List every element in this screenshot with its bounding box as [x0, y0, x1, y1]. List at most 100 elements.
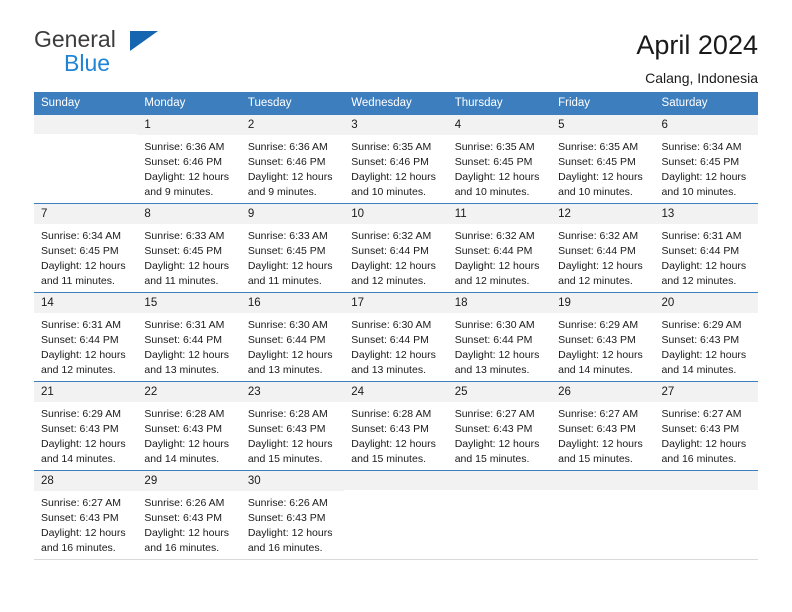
- sunrise-text: Sunrise: 6:27 AM: [454, 408, 535, 421]
- day-sun-info: Sunrise: 6:27 AM Sunset: 6:43 PM Daylight:…: [551, 402, 654, 467]
- sunrise-text: Sunrise: 6:30 AM: [454, 319, 535, 332]
- daylight-text: Daylight: 12 hours: [558, 437, 643, 450]
- daylight-text-cont: and 16 minutes.: [41, 541, 116, 554]
- calendar-day-cell[interactable]: 26 Sunrise: 6:27 AM Sunset: 6:43 PM Dayligh…: [551, 380, 655, 471]
- daylight-text: Daylight: 12 hours: [558, 348, 643, 361]
- sunrise-text: Sunrise: 6:27 AM: [661, 408, 742, 421]
- sunrise-text: Sunrise: 6:28 AM: [247, 408, 328, 421]
- sunrise-text: Sunrise: 6:29 AM: [558, 319, 639, 332]
- sunset-text: Sunset: 6:45 PM: [144, 244, 223, 257]
- sunrise-text: Sunrise: 6:28 AM: [351, 408, 432, 421]
- day-sun-info: Sunrise: 6:35 AM Sunset: 6:46 PM Daylight:…: [344, 135, 447, 200]
- general-blue-logo[interactable]: General Blue: [34, 28, 164, 80]
- day-sun-info: Sunrise: 6:28 AM Sunset: 6:43 PM Daylight:…: [137, 402, 240, 467]
- page-title: April 2024: [636, 30, 758, 60]
- calendar-day-cell[interactable]: 25 Sunrise: 6:27 AM Sunset: 6:43 PM Dayligh…: [447, 380, 552, 471]
- sunset-text: Sunset: 6:44 PM: [454, 244, 533, 257]
- sunset-text: Sunset: 6:44 PM: [41, 333, 119, 346]
- calendar-day-cell[interactable]: 2 Sunrise: 6:36 AM Sunset: 6:46 PM Daylight…: [240, 114, 345, 204]
- calendar-day-cell[interactable]: 12 Sunrise: 6:32 AM Sunset: 6:44 PM Dayligh…: [551, 202, 655, 293]
- day-sun-info: Sunrise: 6:31 AM Sunset: 6:44 PM Daylight:…: [34, 313, 137, 378]
- calendar-day-cell[interactable]: 8 Sunrise: 6:33 AM Sunset: 6:45 PM Daylight…: [137, 202, 241, 293]
- calendar-day-cell[interactable]: 7 Sunrise: 6:34 AM Sunset: 6:45 PM Daylight…: [34, 202, 138, 293]
- calendar-day-cell[interactable]: 4 Sunrise: 6:35 AM Sunset: 6:45 PM Daylight…: [447, 114, 552, 204]
- day-number: 1: [137, 114, 241, 136]
- calendar-day-cell[interactable]: 22 Sunrise: 6:28 AM Sunset: 6:43 PM Dayligh…: [137, 380, 241, 471]
- weekday-header-row: Sunday Monday Tuesday Wednesday Thursday Frid…: [34, 92, 758, 115]
- calendar-day-cell[interactable]: 3 Sunrise: 6:35 AM Sunset: 6:46 PM Daylight…: [344, 114, 448, 204]
- daylight-text-cont: and 10 minutes.: [351, 185, 426, 198]
- day-sun-info: Sunrise: 6:32 AM Sunset: 6:44 PM Daylight:…: [551, 224, 654, 289]
- sunrise-text: Sunrise: 6:33 AM: [144, 230, 225, 243]
- day-number: 27: [654, 381, 758, 403]
- weekday-header-monday: Monday: [137, 92, 241, 115]
- daylight-text: Daylight: 12 hours: [454, 437, 540, 450]
- calendar-day-cell[interactable]: 27 Sunrise: 6:27 AM Sunset: 6:43 PM Dayligh…: [654, 380, 758, 471]
- daylight-text-cont: and 11 minutes.: [144, 274, 219, 287]
- daylight-text: Daylight: 12 hours: [454, 348, 540, 361]
- calendar-day-cell[interactable]: 6 Sunrise: 6:34 AM Sunset: 6:45 PM Daylight…: [654, 114, 758, 204]
- day-sun-info: Sunrise: 6:29 AM Sunset: 6:43 PM Daylight:…: [34, 402, 137, 467]
- daylight-text: Daylight: 12 hours: [661, 259, 747, 272]
- daylight-text-cont: and 14 minutes.: [661, 363, 737, 376]
- sunset-text: Sunset: 6:43 PM: [661, 333, 740, 346]
- sunset-text: Sunset: 6:43 PM: [558, 422, 636, 435]
- calendar-day-cell[interactable]: 11 Sunrise: 6:32 AM Sunset: 6:44 PM Dayligh…: [447, 202, 552, 293]
- calendar-day-cell[interactable]: 15 Sunrise: 6:31 AM Sunset: 6:44 PM Dayligh…: [137, 291, 241, 382]
- calendar-grid: Sunday Monday Tuesday Wednesday Thursday Frid…: [34, 92, 758, 559]
- daylight-text-cont: and 14 minutes.: [144, 452, 220, 465]
- calendar-week-row: 14 Sunrise: 6:31 AM Sunset: 6:44 PM Dayligh…: [34, 291, 758, 382]
- sunrise-text: Sunrise: 6:26 AM: [247, 497, 328, 510]
- calendar-day-cell[interactable]: 20 Sunrise: 6:29 AM Sunset: 6:43 PM Dayligh…: [654, 291, 758, 382]
- calendar-day-cell[interactable]: 18 Sunrise: 6:30 AM Sunset: 6:44 PM Dayligh…: [447, 291, 552, 382]
- sunrise-text: Sunrise: 6:26 AM: [144, 497, 225, 510]
- calendar-day-cell[interactable]: 14 Sunrise: 6:31 AM Sunset: 6:44 PM Dayligh…: [34, 291, 138, 382]
- location-subtitle: Calang, Indonesia: [645, 70, 758, 87]
- sunset-text: Sunset: 6:46 PM: [144, 155, 223, 168]
- daylight-text: Daylight: 12 hours: [351, 348, 436, 361]
- day-number: [34, 114, 138, 134]
- sunset-text: Sunset: 6:43 PM: [351, 422, 429, 435]
- calendar-day-cell[interactable]: 19 Sunrise: 6:29 AM Sunset: 6:43 PM Dayligh…: [551, 291, 655, 382]
- calendar-day-cell[interactable]: 16 Sunrise: 6:30 AM Sunset: 6:44 PM Dayligh…: [240, 291, 345, 382]
- daylight-text: Daylight: 12 hours: [247, 170, 333, 183]
- calendar-day-cell[interactable]: 1 Sunrise: 6:36 AM Sunset: 6:46 PM Daylight…: [137, 114, 241, 204]
- day-number: 4: [447, 114, 552, 136]
- grid-bottom-border: [34, 558, 758, 560]
- calendar-day-cell-empty: [447, 469, 552, 559]
- calendar-day-cell[interactable]: 5 Sunrise: 6:35 AM Sunset: 6:45 PM Daylight…: [551, 114, 655, 204]
- day-number: 30: [240, 470, 345, 492]
- title-block: April 2024 Calang, Indonesia: [636, 28, 758, 86]
- sunset-text: Sunset: 6:46 PM: [247, 155, 326, 168]
- daylight-text-cont: and 9 minutes.: [247, 185, 317, 198]
- sunset-text: Sunset: 6:44 PM: [558, 244, 636, 257]
- logo-text-blue: Blue: [64, 50, 111, 76]
- calendar-day-cell[interactable]: 13 Sunrise: 6:31 AM Sunset: 6:44 PM Dayligh…: [654, 202, 758, 293]
- daylight-text: Daylight: 12 hours: [144, 348, 230, 361]
- calendar-day-cell[interactable]: 29 Sunrise: 6:26 AM Sunset: 6:43 PM Dayligh…: [137, 469, 241, 559]
- calendar-day-cell[interactable]: 21 Sunrise: 6:29 AM Sunset: 6:43 PM Dayligh…: [34, 380, 138, 471]
- day-number: 22: [137, 381, 241, 403]
- daylight-text-cont: and 12 minutes.: [454, 274, 530, 287]
- calendar-day-cell[interactable]: 10 Sunrise: 6:32 AM Sunset: 6:44 PM Dayligh…: [344, 202, 448, 293]
- sunset-text: Sunset: 6:46 PM: [351, 155, 429, 168]
- day-sun-info: Sunrise: 6:26 AM Sunset: 6:43 PM Daylight:…: [137, 491, 240, 556]
- daylight-text-cont: and 11 minutes.: [247, 274, 322, 287]
- calendar-day-cell[interactable]: 24 Sunrise: 6:28 AM Sunset: 6:43 PM Dayligh…: [344, 380, 448, 471]
- calendar-day-cell-empty: [654, 469, 758, 559]
- calendar-day-cell-empty: [551, 469, 655, 559]
- calendar-day-cell[interactable]: 17 Sunrise: 6:30 AM Sunset: 6:44 PM Dayligh…: [344, 291, 448, 382]
- calendar-week-row: 28 Sunrise: 6:27 AM Sunset: 6:43 PM Dayligh…: [34, 469, 758, 559]
- daylight-text: Daylight: 12 hours: [41, 259, 126, 272]
- calendar-day-cell[interactable]: 23 Sunrise: 6:28 AM Sunset: 6:43 PM Dayligh…: [240, 380, 345, 471]
- calendar-day-cell[interactable]: 9 Sunrise: 6:33 AM Sunset: 6:45 PM Daylight…: [240, 202, 345, 293]
- day-number: 29: [137, 470, 241, 492]
- calendar-day-cell[interactable]: 30 Sunrise: 6:26 AM Sunset: 6:43 PM Dayligh…: [240, 469, 345, 559]
- day-sun-info: Sunrise: 6:36 AM Sunset: 6:46 PM Daylight:…: [137, 135, 240, 200]
- day-number: 15: [137, 292, 241, 314]
- day-sun-info: Sunrise: 6:30 AM Sunset: 6:44 PM Daylight:…: [448, 313, 551, 378]
- day-sun-info: Sunrise: 6:34 AM Sunset: 6:45 PM Daylight:…: [655, 135, 758, 200]
- logo-triangle-icon: [130, 31, 158, 51]
- day-number: 28: [34, 470, 138, 492]
- calendar-day-cell[interactable]: 28 Sunrise: 6:27 AM Sunset: 6:43 PM Dayligh…: [34, 469, 138, 559]
